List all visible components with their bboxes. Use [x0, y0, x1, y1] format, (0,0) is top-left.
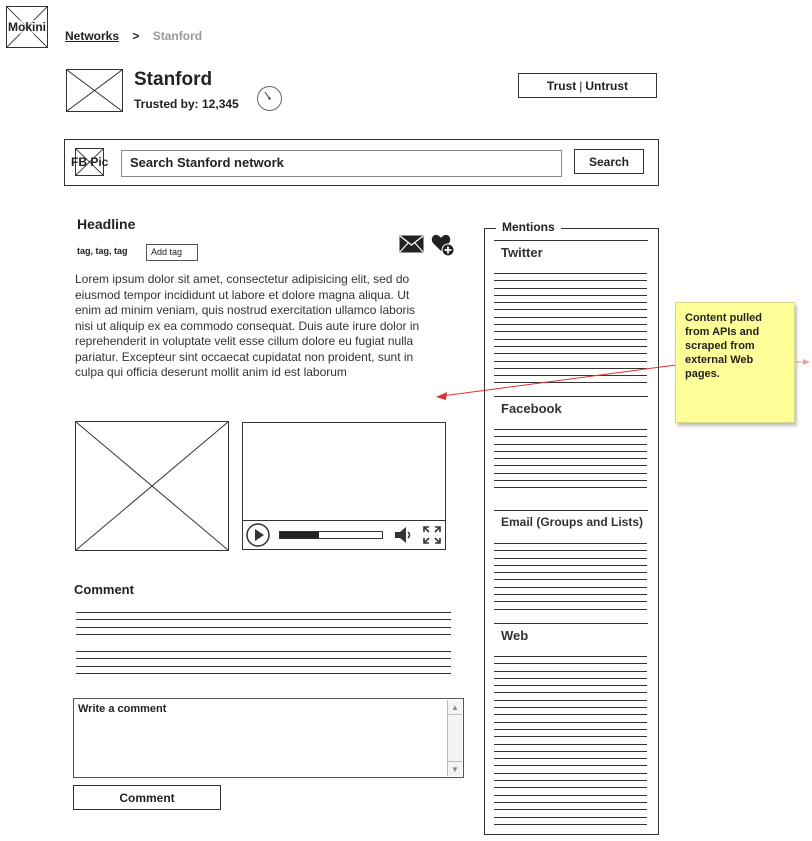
mentions-web-title: Web	[501, 628, 529, 643]
comment-lines-2	[76, 651, 451, 680]
post-image-placeholder[interactable]	[75, 421, 229, 551]
scroll-down-arrow-icon[interactable]: ▼	[448, 761, 462, 776]
breadcrumb-separator: >	[132, 29, 140, 43]
breadcrumb: Networks > Stanford	[65, 29, 202, 43]
mentions-title: Mentions	[496, 220, 561, 234]
trust-gauge-icon	[256, 85, 283, 112]
post-body: Lorem ipsum dolor sit amet, consectetur …	[75, 272, 420, 379]
mentions-web-divider	[494, 623, 648, 624]
comment-textarea-value: Write a comment	[78, 703, 167, 715]
scroll-up-arrow-icon[interactable]: ▲	[448, 700, 462, 715]
post-headline: Headline	[77, 216, 136, 232]
trusted-by-count: Trusted by: 12,345	[134, 97, 239, 111]
mentions-twitter-lines	[494, 273, 647, 390]
comment-submit-button[interactable]: Comment	[73, 785, 221, 810]
page-title: Stanford	[134, 69, 213, 90]
play-icon[interactable]	[246, 523, 270, 547]
video-controls	[243, 520, 445, 549]
annotation-note: Content pulled from APIs and scraped fro…	[675, 302, 795, 423]
heart-plus-icon[interactable]	[431, 233, 455, 257]
untrust-label[interactable]: Untrust	[585, 79, 628, 93]
trust-untrust-button[interactable]: Trust | Untrust	[518, 73, 657, 98]
comment-textarea[interactable]: Write a comment ▲ ▼	[73, 698, 464, 778]
add-tag-input[interactable]: Add tag	[146, 244, 198, 261]
breadcrumb-networks-link[interactable]: Networks	[65, 29, 119, 43]
breadcrumb-current: Stanford	[152, 29, 203, 43]
logo-label: Mokini	[8, 20, 46, 34]
search-bar: FB Pic Search Stanford network Search	[64, 139, 659, 186]
mentions-twitter-title: Twitter	[501, 245, 543, 260]
network-image-placeholder	[66, 69, 123, 112]
logo[interactable]: Mokini	[6, 6, 48, 48]
search-input[interactable]: Search Stanford network	[121, 150, 562, 177]
scrollbar[interactable]: ▲ ▼	[447, 700, 462, 776]
mentions-email-divider	[494, 510, 648, 511]
envelope-icon[interactable]	[399, 235, 424, 253]
video-player[interactable]	[242, 422, 446, 550]
post-tags[interactable]: tag, tag, tag	[77, 246, 128, 256]
volume-icon[interactable]	[393, 525, 415, 545]
trust-label[interactable]: Trust	[547, 79, 576, 93]
mentions-twitter-divider	[494, 240, 648, 241]
comment-lines-1	[76, 612, 451, 641]
trust-separator: |	[579, 78, 583, 93]
mentions-web-lines	[494, 656, 647, 831]
video-progress-bar[interactable]	[279, 531, 383, 539]
mentions-facebook-title: Facebook	[501, 401, 562, 416]
fb-pic-placeholder: FB Pic	[71, 148, 108, 176]
video-progress-fill	[280, 532, 319, 538]
mentions-facebook-lines	[494, 429, 647, 495]
comments-heading: Comment	[74, 582, 134, 597]
search-button[interactable]: Search	[574, 149, 644, 174]
mentions-facebook-divider	[494, 396, 648, 397]
fullscreen-icon[interactable]	[423, 526, 441, 544]
mentions-email-title: Email (Groups and Lists)	[501, 515, 644, 529]
annotation-text: Content pulled from APIs and scraped fro…	[685, 312, 762, 380]
mentions-email-lines	[494, 543, 647, 616]
fb-pic-label: FB Pic	[71, 155, 109, 169]
